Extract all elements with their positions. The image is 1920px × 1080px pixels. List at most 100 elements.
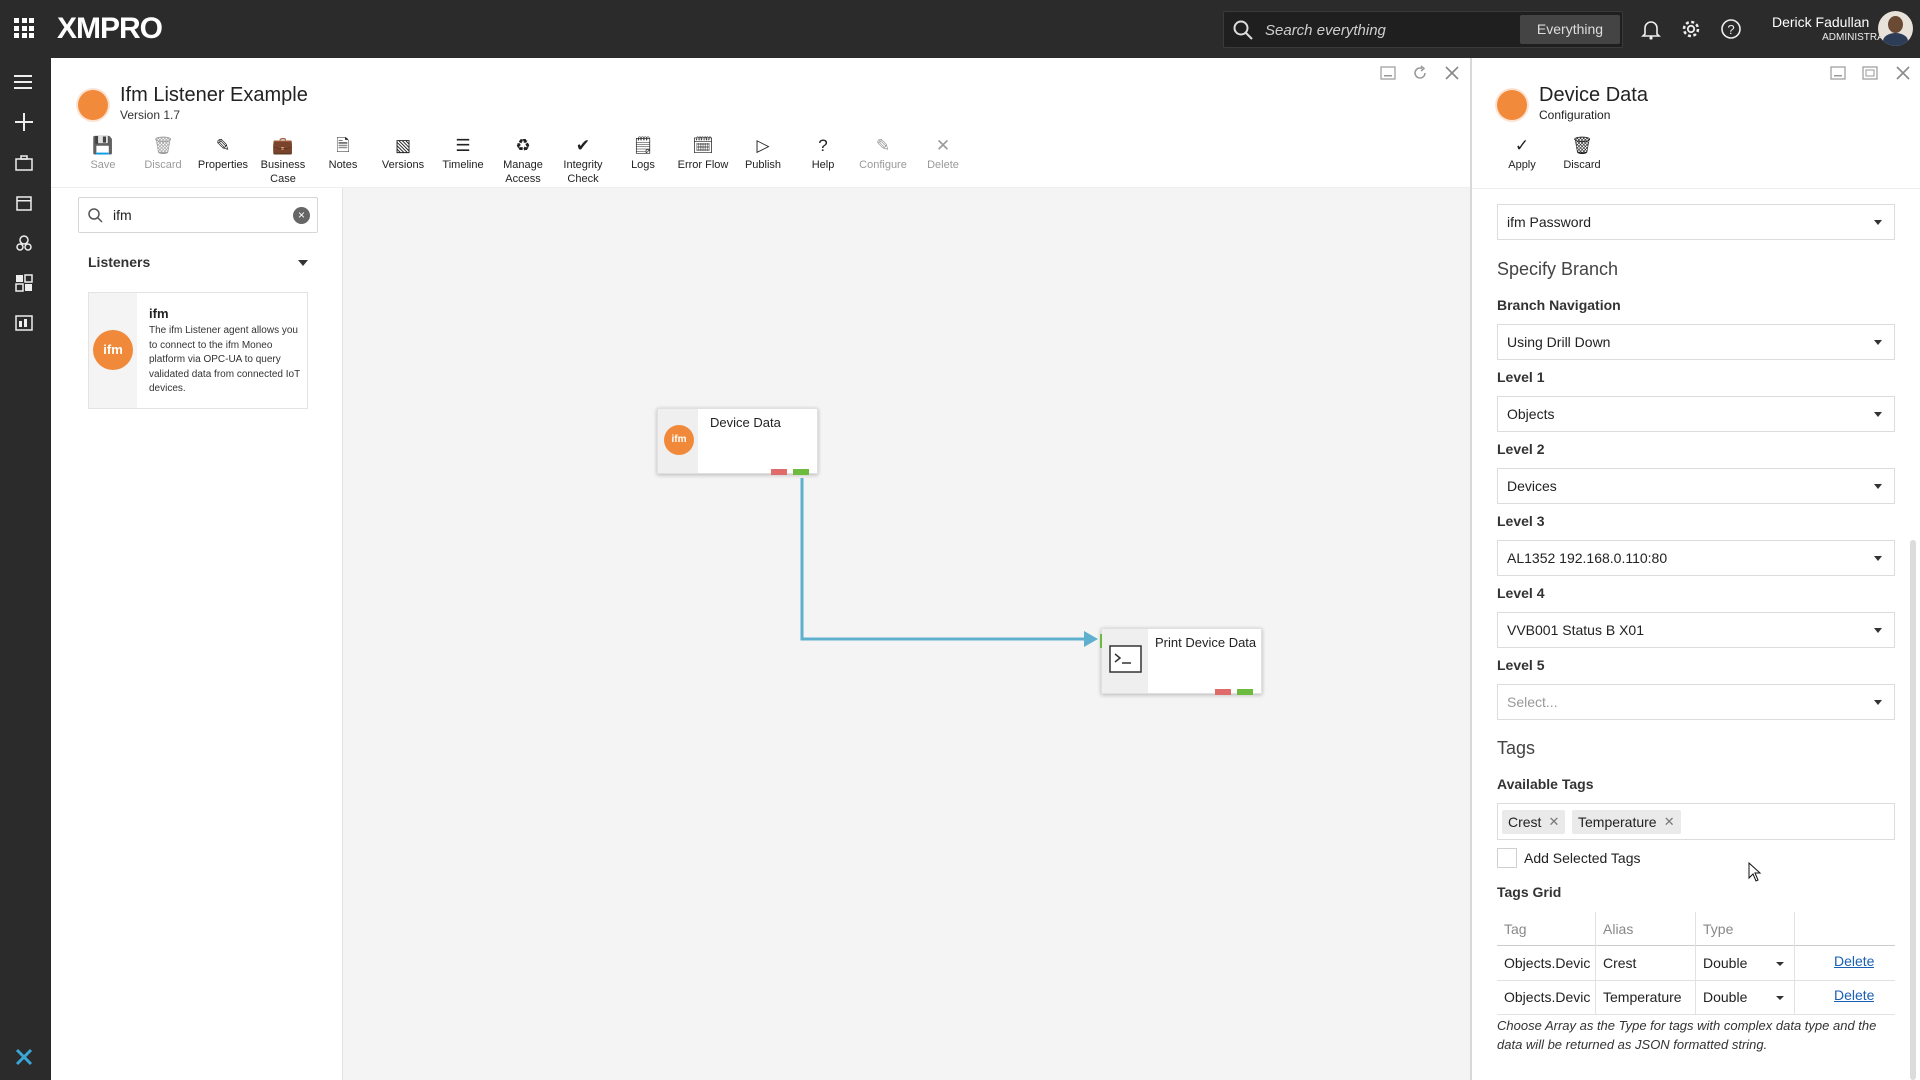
level-4-value: VVB001 Status B X01: [1507, 622, 1644, 638]
remove-tag-icon[interactable]: ✕: [1664, 810, 1675, 834]
avatar[interactable]: [1878, 11, 1913, 46]
toolbar-business-case-button[interactable]: 💼 Business Case: [253, 136, 313, 186]
level-1-select[interactable]: Objects: [1497, 396, 1895, 432]
toolbar-publish-button[interactable]: ▷ Publish: [733, 136, 793, 172]
minimize-icon[interactable]: [1380, 66, 1396, 80]
grid-col-divider: [1794, 912, 1795, 1014]
output-port[interactable]: [1237, 689, 1253, 695]
toolbar-discard-button[interactable]: 🗑 Discard: [133, 136, 193, 172]
delete-row-link[interactable]: Delete: [1827, 978, 1874, 1012]
output-port[interactable]: [793, 469, 809, 475]
level-5-select[interactable]: Select...: [1497, 684, 1895, 720]
close-icon: ✕: [935, 136, 951, 155]
toolbar-properties-button[interactable]: ✎ Properties: [193, 136, 253, 172]
chevron-down-icon: [1874, 700, 1882, 705]
agent-description: The ifm Listener agent allows you to con…: [149, 325, 301, 394]
password-select-value: ifm Password: [1507, 214, 1592, 230]
panel-scrollbar[interactable]: [1910, 540, 1916, 1080]
agent-name: ifm: [149, 306, 169, 321]
agents-icon[interactable]: [11, 230, 37, 256]
error-port[interactable]: [771, 469, 787, 475]
pencil-icon: ✎: [875, 136, 891, 155]
grid-header-alias[interactable]: Alias: [1596, 912, 1695, 946]
toolbar-help-button[interactable]: ? Help: [793, 136, 853, 172]
panel-divider: [1472, 188, 1920, 189]
toolbar-save-button[interactable]: 💾 Save: [73, 136, 133, 172]
toolbar-configure-button[interactable]: ✎ Configure: [853, 136, 913, 172]
toolbar-manage-access-button[interactable]: ♻ Manage Access: [493, 136, 553, 186]
close-icon[interactable]: [1445, 66, 1459, 80]
grid-row-border: [1497, 1014, 1895, 1015]
add-selected-tags-label: Add Selected Tags: [1524, 850, 1641, 866]
maximize-icon[interactable]: [1862, 66, 1878, 80]
add-selected-tags-checkbox[interactable]: [1497, 848, 1517, 868]
brand-logo[interactable]: XMPRO: [57, 12, 163, 46]
chevron-down-icon[interactable]: [1776, 962, 1784, 966]
apps-grid-icon[interactable]: [14, 18, 34, 38]
clear-search-icon[interactable]: ×: [293, 207, 310, 224]
search-input[interactable]: Search everything: [1265, 22, 1386, 39]
toolbar-versions-button[interactable]: ▧ Versions: [373, 136, 433, 172]
level-4-select[interactable]: VVB001 Status B X01: [1497, 612, 1895, 648]
chevron-down-icon: [1874, 412, 1882, 417]
grid-cell-tag[interactable]: Objects.Devic: [1497, 946, 1595, 980]
delete-row-link[interactable]: Delete: [1827, 944, 1874, 978]
level-2-select[interactable]: Devices: [1497, 468, 1895, 504]
toolbar-label: Save: [90, 159, 116, 171]
toolbar-delete-button[interactable]: ✕ Delete: [913, 136, 973, 172]
design-canvas[interactable]: ifm Device Data Print Device Data: [343, 188, 1470, 1080]
password-select[interactable]: ifm Password: [1497, 204, 1895, 240]
minimize-icon[interactable]: [1830, 66, 1846, 80]
toolbar-notes-button[interactable]: 🗎 Notes: [313, 136, 373, 172]
remove-tag-icon[interactable]: ✕: [1549, 810, 1560, 834]
dashboard-icon[interactable]: [11, 270, 37, 296]
close-icon[interactable]: [1896, 66, 1910, 80]
toolbar-label: Delete: [927, 159, 959, 171]
bell-icon[interactable]: [1640, 18, 1662, 40]
agent-card-ifm[interactable]: ifm ifm The ifm Listener agent allows yo…: [88, 292, 308, 409]
library-group-title[interactable]: Listeners: [88, 254, 150, 270]
canvas-node-print-device-data[interactable]: Print Device Data: [1100, 628, 1262, 695]
toolbar-label: Publish: [744, 159, 782, 171]
available-tags-box[interactable]: Crest ✕ Temperature ✕: [1497, 803, 1895, 840]
chevron-down-icon: [1874, 220, 1882, 225]
error-flow-icon: 🗓: [692, 136, 714, 155]
search-box[interactable]: Search everything Everything: [1223, 11, 1623, 48]
toolbar-logs-button[interactable]: 🗒 Logs: [613, 136, 673, 172]
add-icon[interactable]: [11, 109, 37, 135]
toolbar-integrity-check-button[interactable]: ✔ Integrity Check: [553, 136, 613, 186]
toolbar-error-flow-button[interactable]: 🗓 Error Flow: [673, 136, 733, 172]
menu-icon[interactable]: [11, 69, 37, 95]
refresh-icon[interactable]: [1412, 65, 1428, 81]
discard-button[interactable]: 🗑 Discard: [1552, 136, 1612, 172]
recommendations-icon[interactable]: [11, 310, 37, 336]
grid-header-tag[interactable]: Tag: [1497, 912, 1595, 946]
mouse-cursor-icon: [1748, 862, 1762, 882]
search-scope-button[interactable]: Everything: [1520, 15, 1620, 44]
briefcase-icon[interactable]: [11, 150, 37, 176]
level-4-label: Level 4: [1497, 585, 1545, 601]
canvas-node-device-data[interactable]: ifm Device Data: [657, 408, 818, 475]
chevron-down-icon[interactable]: [298, 260, 308, 266]
library-search-input[interactable]: ifm: [113, 207, 132, 223]
apply-button[interactable]: ✓ Apply: [1492, 136, 1552, 172]
tag-chip[interactable]: Temperature ✕: [1572, 810, 1681, 834]
library-search[interactable]: ifm ×: [78, 197, 318, 233]
tag-chip[interactable]: Crest ✕: [1502, 810, 1566, 834]
search-icon: [1233, 20, 1253, 40]
grid-cell-alias[interactable]: Temperature: [1596, 980, 1695, 1014]
grid-header-type[interactable]: Type: [1696, 912, 1794, 946]
toolbar-timeline-button[interactable]: ☰ Timeline: [433, 136, 493, 172]
level-3-select[interactable]: AL1352 192.168.0.110:80: [1497, 540, 1895, 576]
briefcase-icon: 💼: [272, 136, 294, 155]
grid-cell-alias[interactable]: Crest: [1596, 946, 1695, 980]
xmpro-x-icon[interactable]: [11, 1044, 37, 1070]
chevron-down-icon[interactable]: [1776, 996, 1784, 1000]
calendar-icon[interactable]: [11, 190, 37, 216]
level-5-placeholder: Select...: [1507, 694, 1558, 710]
node-label: Device Data: [710, 415, 781, 430]
grid-cell-tag[interactable]: Objects.Devic: [1497, 980, 1595, 1014]
ifm-node-icon: ifm: [664, 425, 694, 455]
branch-navigation-select[interactable]: Using Drill Down: [1497, 324, 1895, 360]
error-port[interactable]: [1215, 689, 1231, 695]
